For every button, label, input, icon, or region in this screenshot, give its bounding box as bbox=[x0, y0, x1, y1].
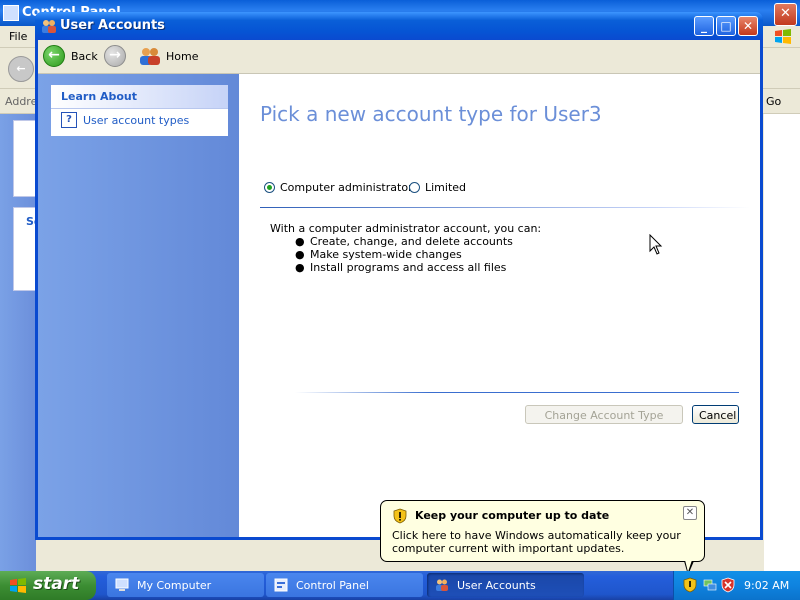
navigation-bar: ← Back → Home bbox=[38, 40, 760, 74]
description-intro: With a computer administrator account, y… bbox=[270, 222, 542, 235]
list-item: ● Install programs and access all files bbox=[295, 261, 507, 274]
forward-arrow-icon[interactable]: → bbox=[104, 45, 126, 67]
start-button[interactable]: start bbox=[0, 571, 96, 600]
clock: 9:02 AM bbox=[744, 579, 790, 592]
network-tray-icon[interactable] bbox=[702, 577, 718, 593]
taskbar-button-label: Control Panel bbox=[296, 578, 369, 592]
notification-title: Keep your computer up to date bbox=[415, 509, 610, 522]
limited-radio[interactable] bbox=[409, 182, 420, 193]
user-accounts-titlebar[interactable]: User Accounts _ □ ✕ bbox=[35, 12, 763, 40]
notification-balloon[interactable]: Keep your computer up to date ✕ Click he… bbox=[380, 500, 705, 562]
learn-about-header: Learn About bbox=[51, 85, 228, 109]
control-panel-back-icon[interactable]: ← bbox=[8, 56, 34, 82]
mouse-pointer-icon bbox=[649, 234, 663, 255]
home-label: Home bbox=[166, 49, 199, 63]
page-title: Pick a new account type for User3 bbox=[260, 102, 602, 126]
capabilities-list: ● Create, change, and delete accounts ● Ma… bbox=[295, 235, 513, 274]
security-center-tray-icon[interactable] bbox=[720, 577, 736, 593]
limited-label: Limited bbox=[425, 181, 467, 194]
notification-text: Click here to have Windows automatically… bbox=[392, 529, 681, 555]
notification-close-button[interactable]: ✕ bbox=[683, 506, 697, 520]
users-home-icon bbox=[140, 48, 160, 65]
learn-item-user-account-types[interactable]: ? User account types bbox=[61, 112, 189, 128]
list-item: ● Create, change, and delete accounts bbox=[295, 235, 513, 248]
list-item: ● Make system-wide changes bbox=[295, 248, 462, 261]
cancel-button[interactable]: Cancel bbox=[692, 405, 739, 424]
learn-about-heading: Learn About bbox=[61, 90, 138, 103]
security-alert-tray-icon[interactable] bbox=[682, 577, 698, 593]
windows-logo-icon bbox=[10, 578, 26, 593]
back-label: Back bbox=[71, 49, 98, 63]
control-panel-content bbox=[764, 114, 800, 572]
go-button[interactable]: Go bbox=[766, 95, 781, 108]
taskbar-button-user-accounts[interactable]: User Accounts bbox=[427, 573, 584, 597]
divider bbox=[260, 207, 750, 208]
learn-item-label: User account types bbox=[83, 113, 190, 127]
close-button[interactable]: ✕ bbox=[738, 16, 758, 36]
windows-logo-icon bbox=[775, 29, 791, 44]
computer-administrator-option[interactable]: Computer administrator bbox=[264, 181, 413, 194]
divider bbox=[295, 392, 739, 393]
user-accounts-icon bbox=[42, 20, 56, 33]
help-icon: ? bbox=[61, 112, 77, 128]
maximize-button[interactable]: □ bbox=[716, 16, 736, 36]
user-accounts-window: User Accounts _ □ ✕ ← Back → Home Learn … bbox=[35, 12, 763, 540]
limited-option[interactable]: Limited bbox=[409, 181, 466, 194]
window-title: User Accounts bbox=[60, 18, 165, 33]
back-button[interactable]: ← Back bbox=[43, 44, 98, 68]
computer-icon bbox=[115, 578, 129, 591]
home-button[interactable]: Home bbox=[139, 44, 198, 68]
minimize-button[interactable]: _ bbox=[694, 16, 714, 36]
shield-warning-icon bbox=[393, 508, 407, 524]
main-content: Pick a new account type for User3 Comput… bbox=[239, 74, 760, 537]
control-panel-icon bbox=[274, 578, 288, 592]
task-pane: Learn About ? User account types bbox=[38, 74, 239, 537]
taskbar-button-label: User Accounts bbox=[457, 578, 536, 592]
user-accounts-client: ← Back → Home Learn About ? User account… bbox=[38, 40, 760, 537]
menu-file[interactable]: File bbox=[9, 30, 27, 43]
start-label: start bbox=[33, 574, 80, 594]
change-account-type-button[interactable]: Change Account Type bbox=[525, 405, 683, 424]
control-panel-close-button[interactable]: ✕ bbox=[774, 3, 797, 26]
user-accounts-icon bbox=[436, 579, 448, 591]
taskbar: start My Computer Control Panel User Acc… bbox=[0, 571, 800, 600]
back-arrow-icon: ← bbox=[43, 45, 65, 67]
control-panel-icon bbox=[3, 5, 19, 21]
system-tray: 9:02 AM bbox=[673, 571, 800, 600]
computer-administrator-label: Computer administrator bbox=[280, 181, 413, 194]
learn-about-box: Learn About ? User account types bbox=[51, 85, 228, 136]
taskbar-button-control-panel[interactable]: Control Panel bbox=[266, 573, 423, 597]
taskbar-button-my-computer[interactable]: My Computer bbox=[107, 573, 264, 597]
computer-administrator-radio[interactable] bbox=[264, 182, 275, 193]
taskbar-button-label: My Computer bbox=[137, 578, 212, 592]
